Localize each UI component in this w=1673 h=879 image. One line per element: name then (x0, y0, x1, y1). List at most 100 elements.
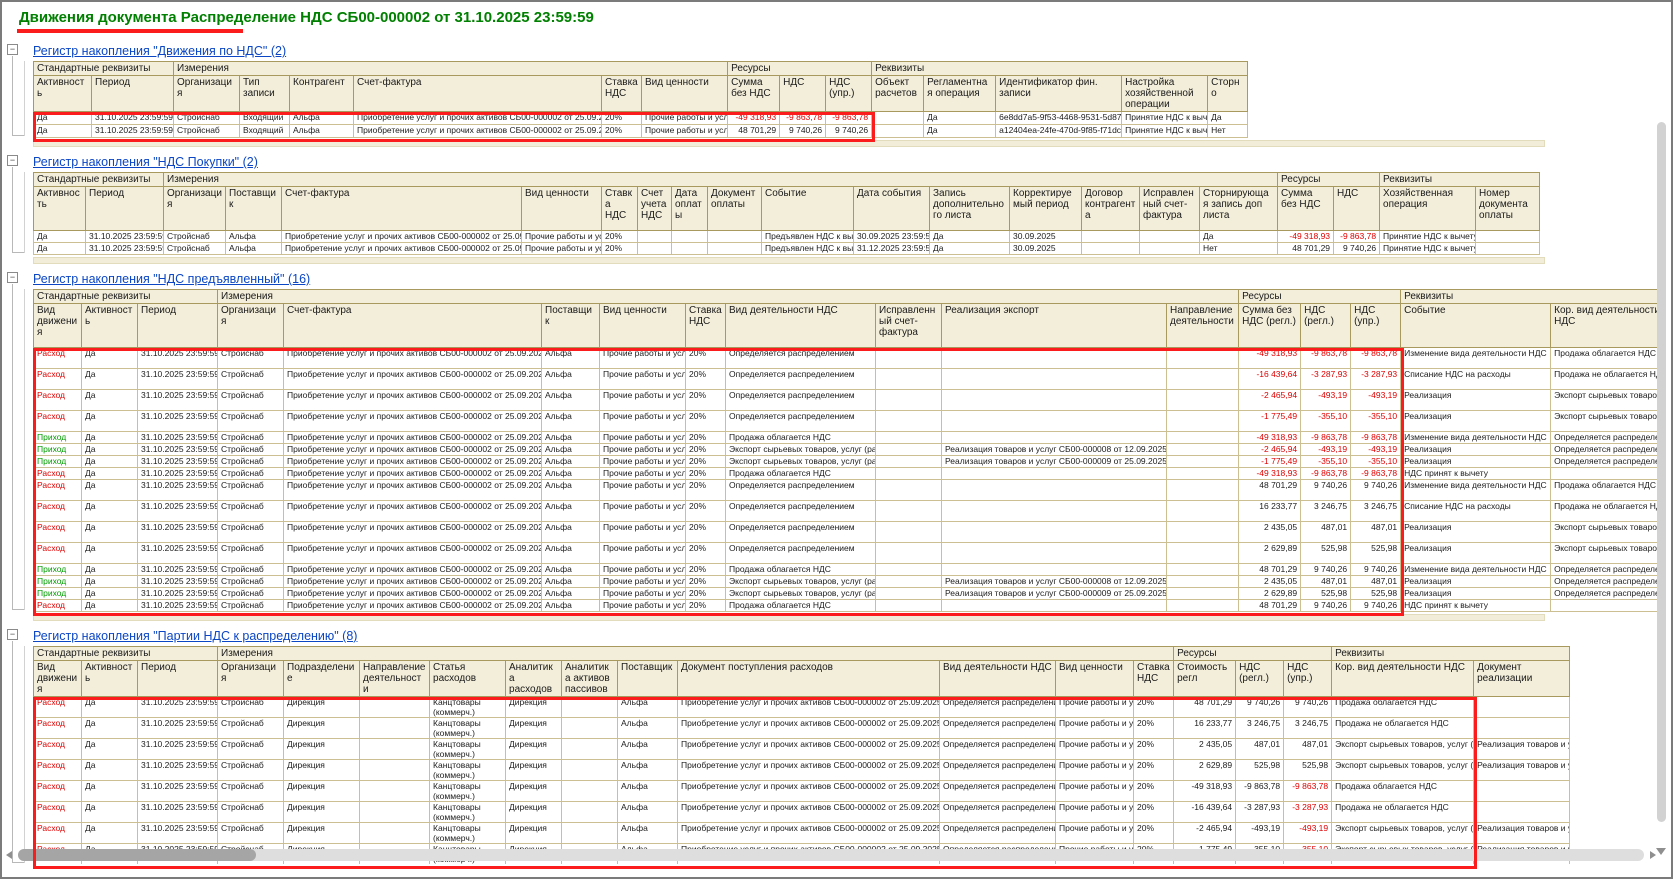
cell[interactable]: 9 740,26 (1333, 242, 1381, 255)
cell[interactable]: 31.10.2025 23:59:59 (136, 822, 219, 844)
cell[interactable]: Да (81, 479, 138, 501)
cell[interactable]: Дирекция (283, 738, 361, 760)
cell[interactable]: 2 435,05 (1238, 521, 1302, 543)
cell[interactable]: Приобретение услуг и прочих активов СБ00… (677, 801, 941, 823)
cell[interactable] (941, 500, 1168, 522)
cell[interactable]: Да (923, 111, 997, 125)
cell[interactable]: Да (33, 242, 86, 255)
cell[interactable] (875, 500, 943, 522)
cell[interactable]: Приобретение услуг и прочих активов СБ00… (281, 230, 523, 243)
cell[interactable]: Экспорт сырьевых товаров, услуг (работ) (725, 455, 877, 468)
cell[interactable]: Канцтовары (коммерч.) (429, 717, 507, 739)
cell[interactable]: Прочие работы и услуги (641, 124, 729, 138)
cell[interactable]: 20% (1133, 822, 1175, 844)
cell[interactable]: Да (81, 542, 138, 564)
cell[interactable]: Да (81, 563, 138, 576)
cell[interactable]: Определяется распределением (1550, 431, 1657, 444)
cell[interactable]: Альфа (541, 599, 601, 612)
cell[interactable]: 20% (685, 443, 727, 456)
cell[interactable]: -493,19 (1283, 822, 1333, 844)
cell[interactable]: 487,01 (1300, 521, 1352, 543)
cell[interactable]: 2 435,05 (1173, 738, 1237, 760)
cell[interactable]: Альфа (225, 230, 283, 243)
cell[interactable]: Прочие работы и услуги (599, 455, 687, 468)
cell[interactable] (1166, 443, 1240, 456)
cell[interactable]: Принятие НДС к вычету (1121, 124, 1209, 138)
cell[interactable]: Дирекция (505, 780, 563, 802)
cell[interactable] (941, 410, 1168, 432)
cell[interactable]: Приобретение услуг и прочих активов СБ00… (677, 822, 941, 844)
cell[interactable]: Стройснаб (217, 780, 285, 802)
cell[interactable] (1166, 479, 1240, 501)
cell[interactable]: Стройснаб (217, 347, 285, 369)
cell[interactable] (561, 822, 619, 844)
cell[interactable] (1166, 467, 1240, 480)
cell[interactable]: Реализация (1400, 542, 1552, 564)
cell[interactable]: 20% (685, 455, 727, 468)
cell[interactable]: Дирекция (505, 801, 563, 823)
collapse-toggle-icon[interactable]: − (7, 44, 18, 55)
cell[interactable]: Альфа (541, 389, 601, 411)
cell[interactable]: 2 435,05 (1238, 575, 1302, 588)
cell[interactable]: Альфа (541, 563, 601, 576)
cell[interactable]: Продажа облагается НДС (725, 431, 877, 444)
cell[interactable]: Приобретение услуг и прочих активов СБ00… (283, 479, 543, 501)
register-link[interactable]: Регистр накопления "Движения по НДС" (2) (33, 44, 286, 58)
cell[interactable]: 20% (685, 389, 727, 411)
cell[interactable]: -1 775,49 (1238, 455, 1302, 468)
cell[interactable]: Приход (33, 575, 82, 588)
cell[interactable]: Прочие работы и услуги (599, 587, 687, 600)
cell[interactable]: Расход (33, 696, 82, 718)
cell[interactable] (875, 368, 943, 390)
cell[interactable] (941, 389, 1168, 411)
cell[interactable]: Прочие работы и услуги (599, 521, 687, 543)
cell[interactable] (875, 599, 943, 612)
cell[interactable]: Стройснаб (217, 563, 285, 576)
cell[interactable] (561, 696, 619, 718)
cell[interactable]: Прочие работы и услуги (1055, 717, 1135, 739)
cell[interactable]: Да (923, 124, 997, 138)
cell[interactable]: Определяется распределением (939, 738, 1057, 760)
cell[interactable] (1473, 801, 1571, 823)
cell[interactable]: 31.10.2025 23:59:59 (136, 410, 219, 432)
cell[interactable]: 31.10.2025 23:59:59 (136, 738, 219, 760)
cell[interactable]: 48 701,29 (1238, 479, 1302, 501)
cell[interactable]: 9 740,26 (1300, 479, 1352, 501)
cell[interactable]: 31.10.2025 23:59:59 (136, 479, 219, 501)
cell[interactable] (1166, 347, 1240, 369)
cell[interactable]: Прочие работы и услуги (599, 347, 687, 369)
cell[interactable]: Альфа (541, 575, 601, 588)
cell[interactable]: Стройснаб (217, 410, 285, 432)
cell[interactable]: Да (81, 759, 138, 781)
cell[interactable]: 20% (601, 124, 643, 138)
cell[interactable]: Экспорт сырьевых товаров, услуг (работ) (725, 443, 877, 456)
cell[interactable]: 20% (685, 587, 727, 600)
cell[interactable] (1550, 599, 1657, 612)
cell[interactable]: Приобретение услуг и прочих активов СБ00… (283, 563, 543, 576)
cell[interactable]: Реализация товаров и услуг СБ00-000008 о… (941, 575, 1168, 588)
cell[interactable]: Расход (33, 738, 82, 760)
cell[interactable] (359, 759, 431, 781)
cell[interactable]: 31.10.2025 23:59:59 (136, 599, 219, 612)
cell[interactable]: 31.10.2025 23:59:59 (136, 696, 219, 718)
cell[interactable]: 30.09.2025 (1009, 230, 1083, 243)
cell[interactable]: Да (33, 124, 92, 138)
cell[interactable]: -2 465,94 (1238, 389, 1302, 411)
cell[interactable]: 31.10.2025 23:59:59 (136, 368, 219, 390)
cell[interactable]: Приобретение услуг и прочих активов СБ00… (283, 542, 543, 564)
cell[interactable]: 525,98 (1235, 759, 1285, 781)
cell[interactable]: Прочие работы и услуги (521, 230, 603, 243)
cell[interactable] (359, 696, 431, 718)
cell[interactable] (1166, 389, 1240, 411)
cell[interactable]: Альфа (617, 717, 679, 739)
cell[interactable]: -9 863,78 (1350, 467, 1402, 480)
cell[interactable]: Альфа (541, 521, 601, 543)
cell[interactable]: Стройснаб (217, 431, 285, 444)
cell[interactable]: Определяется распределением (939, 717, 1057, 739)
cell[interactable]: Дирекция (505, 759, 563, 781)
cell[interactable]: 487,01 (1235, 738, 1285, 760)
cell[interactable]: Определяется распределением (1550, 455, 1657, 468)
cell[interactable]: 31.10.2025 23:59:59 (136, 575, 219, 588)
vertical-scrollbar-thumb[interactable] (1657, 122, 1666, 822)
cell[interactable]: Определяется распределением (939, 696, 1057, 718)
